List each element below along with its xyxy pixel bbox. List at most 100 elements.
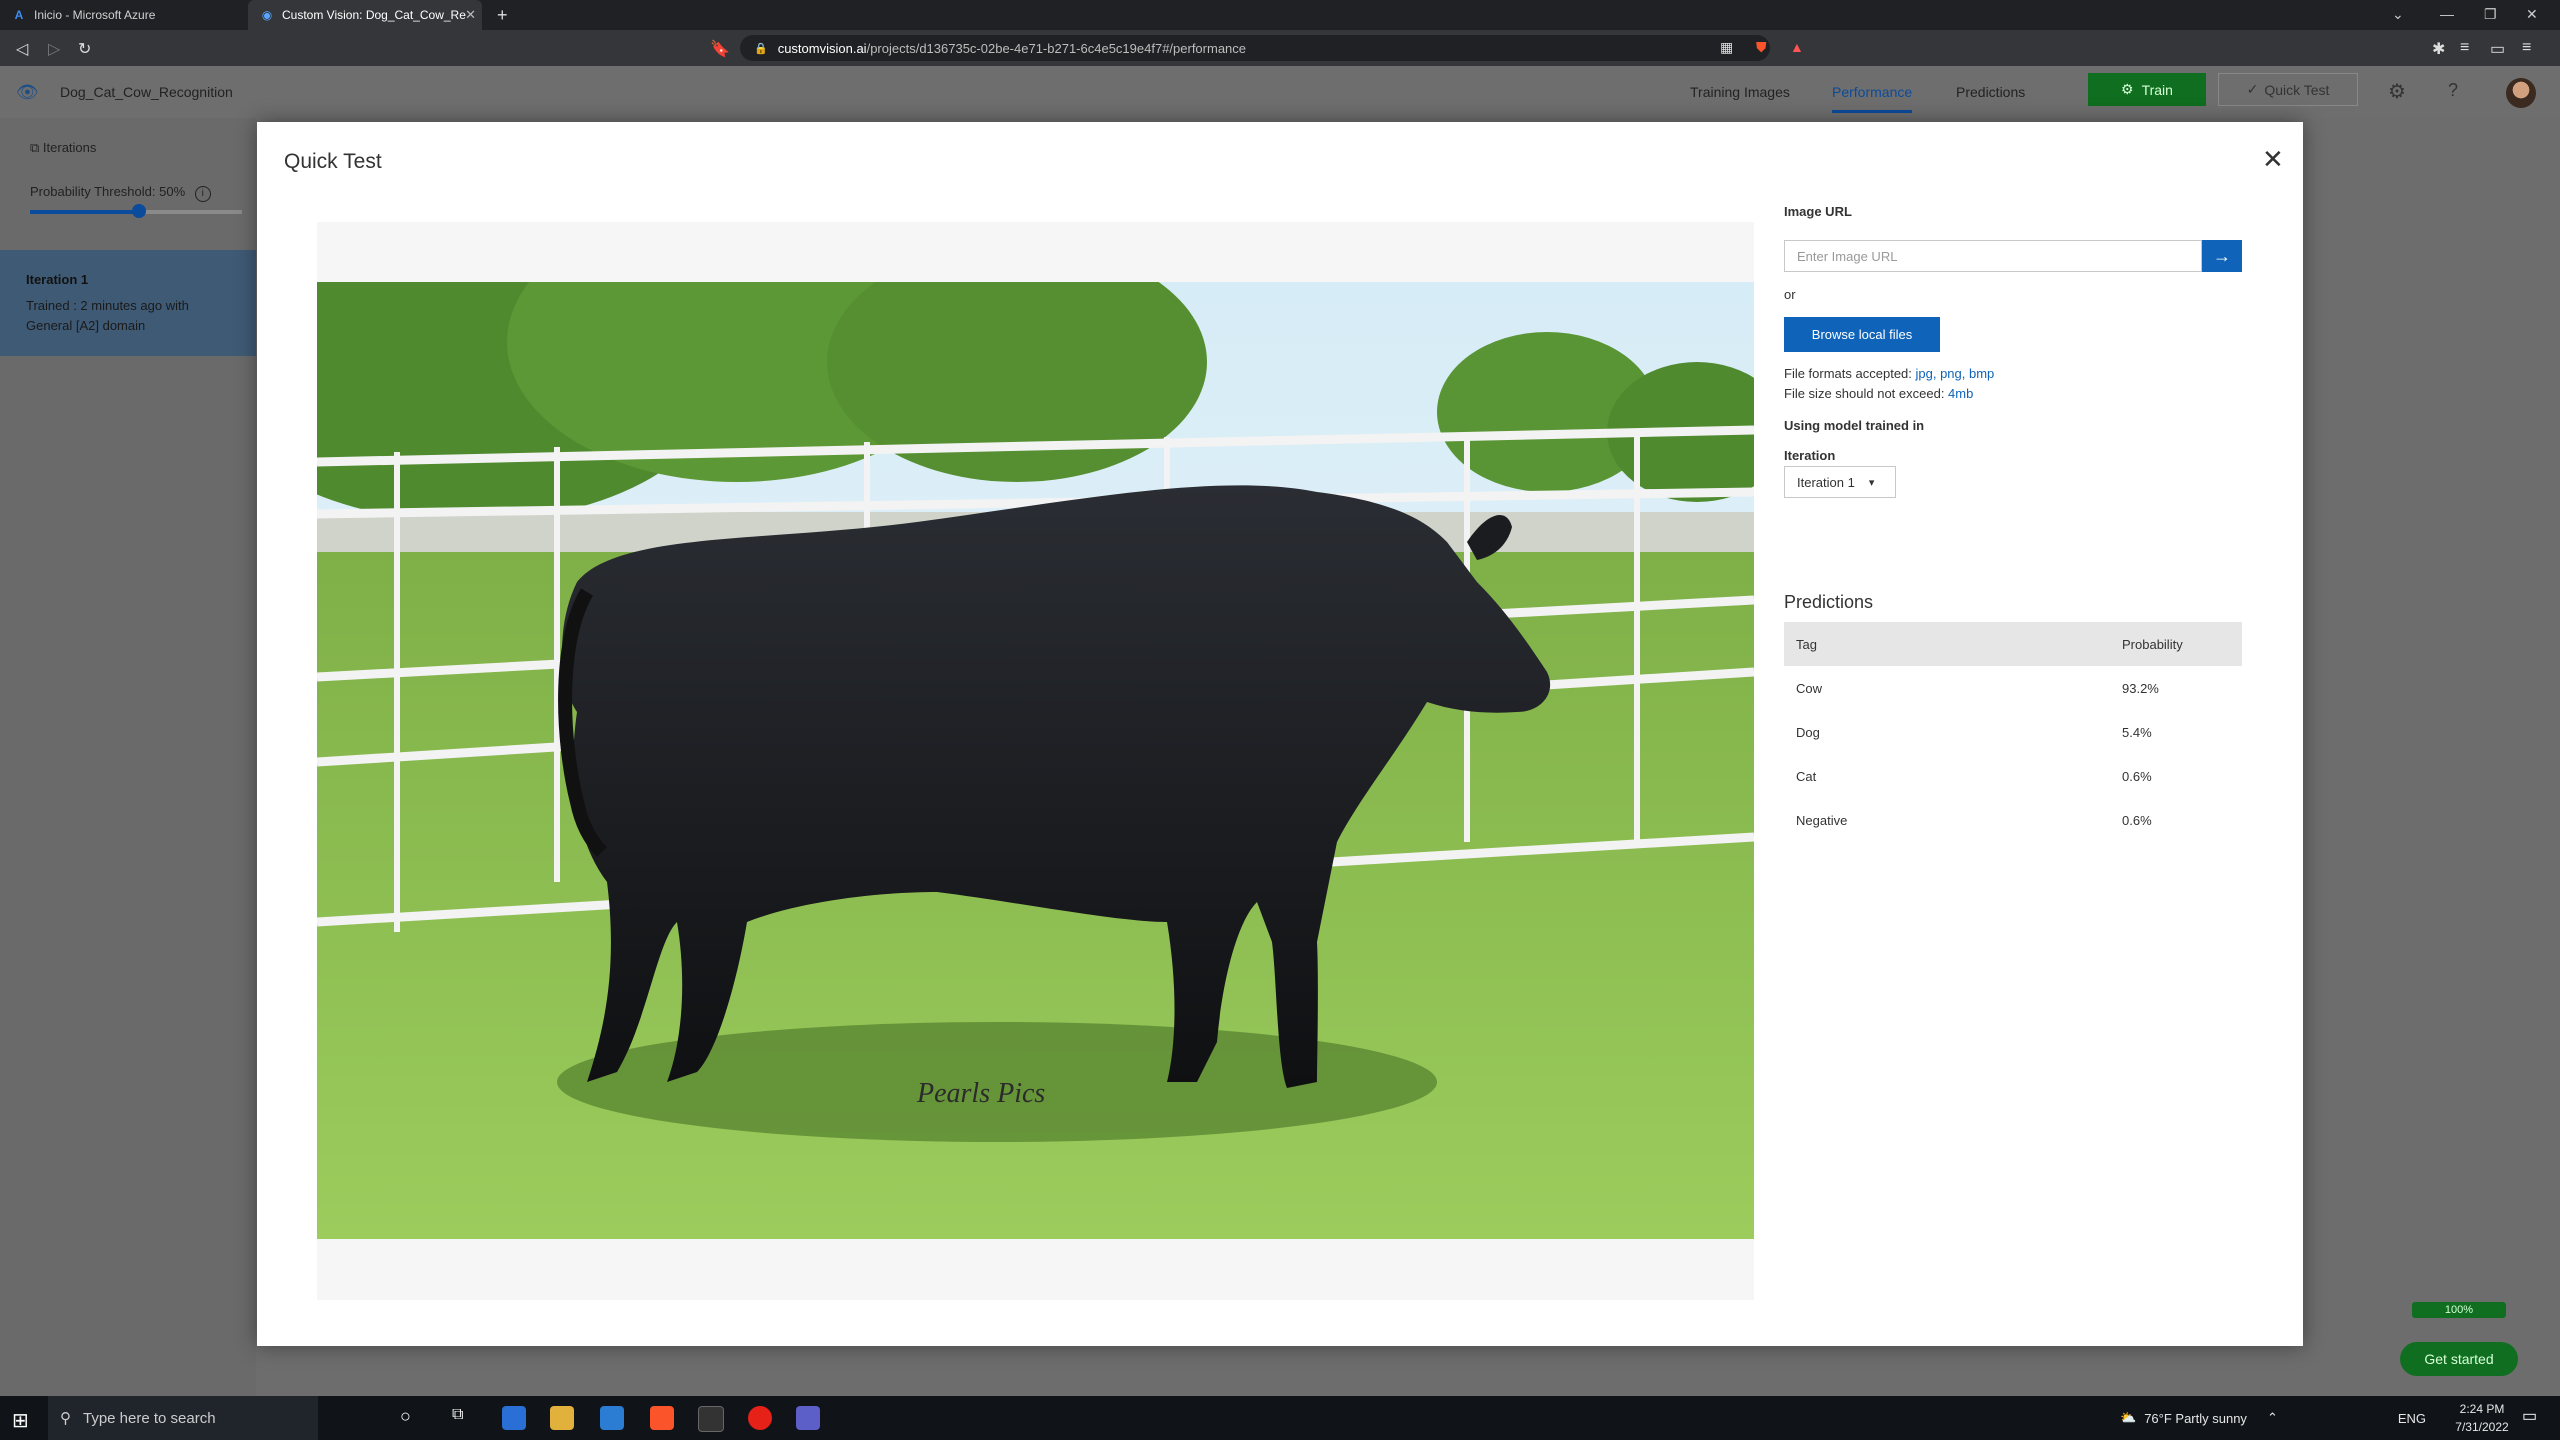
back-icon[interactable]: ◁ (16, 39, 28, 59)
arrow-right-icon: → (2213, 245, 2231, 266)
lock-icon: 🔒 (754, 42, 768, 55)
iteration-select[interactable]: Iteration 1 ▾ (1784, 466, 1896, 498)
youtube-music-icon[interactable] (748, 1406, 772, 1430)
playlist-icon[interactable]: ≡ (2460, 39, 2469, 57)
image-url-placeholder: Enter Image URL (1797, 248, 1898, 264)
train-button[interactable]: ⚙ Train (2088, 73, 2206, 106)
submit-url-button[interactable]: → (2202, 240, 2242, 272)
browser-tab-azure[interactable]: A Inicio - Microsoft Azure (0, 0, 245, 30)
layers-icon: ⧉ (30, 140, 40, 155)
test-image: Pearls Pics (317, 282, 1754, 1239)
custom-vision-icon: ◉ (261, 8, 273, 22)
menu-icon[interactable]: ≡ (2522, 39, 2531, 57)
threshold-label: Probability Threshold: 50% (30, 184, 186, 199)
quick-test-label: Quick Test (2264, 81, 2330, 98)
file-formats-note: File formats accepted: jpg, png, bmp (1784, 366, 1994, 381)
column-tag: Tag (1796, 636, 1817, 652)
formats-list: jpg, png, bmp (1915, 366, 1995, 381)
eye-icon: 👁 (16, 82, 39, 102)
table-header: Tag Probability (1784, 622, 2242, 666)
restore-icon[interactable]: ❐ (2484, 6, 2497, 23)
tab-predictions[interactable]: Predictions (1956, 84, 2025, 100)
weather-text[interactable]: 76°F Partly sunny (2144, 1411, 2247, 1426)
terminal-icon[interactable] (698, 1406, 724, 1432)
azure-icon: A (14, 8, 24, 22)
wallet-icon[interactable]: ▭ (2490, 39, 2505, 59)
prediction-probability: 0.6% (2122, 812, 2152, 828)
probability-threshold: Probability Threshold: 50% i (30, 184, 211, 202)
address-bar-row: ◁ ▷ ↻ 🔖 🔒 customvision.ai /projects/d136… (0, 30, 2560, 66)
prediction-tag: Negative (1796, 812, 1848, 828)
notifications-icon[interactable]: ▭ (2522, 1406, 2537, 1426)
get-started-button[interactable]: Get started (2400, 1342, 2518, 1376)
qr-icon[interactable]: ▦ (1720, 39, 1733, 56)
iteration-select-label: Iteration (1784, 448, 1836, 463)
mail-icon[interactable] (600, 1406, 624, 1430)
brave-rewards-icon[interactable]: ▲ (1790, 39, 1804, 55)
iteration-description: Trained : 2 minutes ago with General [A2… (26, 298, 189, 333)
progress-badge: 100% (2412, 1302, 2506, 1318)
clock[interactable]: 2:24 PM 7/31/2022 (2452, 1400, 2512, 1436)
store-icon[interactable] (502, 1406, 526, 1430)
file-size-note: File size should not exceed: 4mb (1784, 386, 1973, 401)
prediction-probability: 93.2% (2122, 680, 2159, 696)
threshold-slider-fill (30, 210, 138, 214)
or-separator: or (1784, 287, 1796, 302)
brave-shield-icon[interactable]: ⛊ (1756, 39, 1767, 56)
prediction-tag: Cow (1796, 680, 1823, 696)
table-row: Dog 5.4% (1784, 710, 2242, 754)
weather-icon: ⛅ (2120, 1410, 2137, 1425)
settings-gear-icon[interactable]: ⚙ (2388, 79, 2406, 104)
teams-icon[interactable] (796, 1406, 820, 1430)
table-row: Cow 93.2% (1784, 666, 2242, 710)
dialog-title: Quick Test (284, 150, 382, 173)
new-tab-icon[interactable]: + (497, 5, 508, 26)
url-field[interactable]: 🔒 customvision.ai /projects/d136735c-02b… (740, 35, 1770, 61)
using-model-label: Using model trained in (1784, 418, 1925, 433)
minimize-icon[interactable]: — (2440, 6, 2454, 22)
reload-icon[interactable]: ↻ (78, 39, 91, 59)
threshold-slider-handle[interactable] (132, 204, 146, 218)
gears-icon: ⚙ (2121, 81, 2134, 97)
help-icon[interactable]: ? (2448, 80, 2458, 101)
taskbar-search[interactable]: ⚲ Type here to search (48, 1396, 318, 1440)
avatar[interactable] (2506, 78, 2536, 108)
prediction-probability: 0.6% (2122, 768, 2152, 784)
clock-date: 7/31/2022 (2455, 1420, 2509, 1434)
quick-test-button[interactable]: ✓ Quick Test (2218, 73, 2358, 106)
size-limit: 4mb (1948, 386, 1974, 401)
close-icon[interactable]: ✕ (2262, 144, 2284, 175)
close-window-icon[interactable]: ✕ (2526, 6, 2538, 23)
prediction-tag: Cat (1796, 768, 1817, 784)
check-icon: ✓ (2246, 81, 2259, 97)
tab-training-images[interactable]: Training Images (1690, 84, 1790, 100)
tab-performance[interactable]: Performance (1832, 84, 1913, 113)
url-host: customvision.ai (777, 40, 867, 56)
size-prefix: File size should not exceed: (1784, 386, 1949, 401)
language-indicator[interactable]: ENG (2398, 1411, 2426, 1426)
cortana-icon[interactable]: ○ (400, 1406, 424, 1430)
chevron-down-icon: ▾ (1868, 476, 1875, 489)
browser-tab-custom-vision[interactable]: ◉ Custom Vision: Dog_Cat_Cow_Re ✕ (248, 0, 482, 30)
task-view-icon[interactable]: ⧉ (452, 1406, 476, 1430)
table-row: Cat 0.6% (1784, 754, 2242, 798)
info-icon[interactable]: i (194, 186, 211, 202)
brave-icon[interactable] (650, 1406, 674, 1430)
windows-start-icon[interactable]: ⊞ (12, 1408, 29, 1433)
system-tray: ⛅ 76°F Partly sunny ⌃ ENG (2120, 1396, 2426, 1440)
chevron-down-icon[interactable]: ⌄ (2392, 6, 2404, 23)
image-url-label: Image URL (1784, 204, 1852, 219)
browse-local-files-button[interactable]: Browse local files (1784, 317, 1940, 352)
iterations-label: Iterations (42, 140, 97, 155)
file-explorer-icon[interactable] (550, 1406, 574, 1430)
project-name[interactable]: Dog_Cat_Cow_Recognition (60, 84, 233, 100)
iteration-title: Iteration 1 (26, 272, 89, 287)
close-tab-icon[interactable]: ✕ (465, 7, 476, 23)
prediction-tag: Dog (1796, 724, 1820, 740)
forward-icon[interactable]: ▷ (48, 39, 60, 59)
image-url-input[interactable]: Enter Image URL (1784, 240, 2202, 272)
tray-chevron-icon[interactable]: ⌃ (2267, 1410, 2278, 1426)
extensions-icon[interactable]: ✱ (2432, 39, 2445, 59)
bookmark-icon[interactable]: 🔖 (710, 39, 730, 59)
tab-title: Inicio - Microsoft Azure (34, 8, 156, 22)
